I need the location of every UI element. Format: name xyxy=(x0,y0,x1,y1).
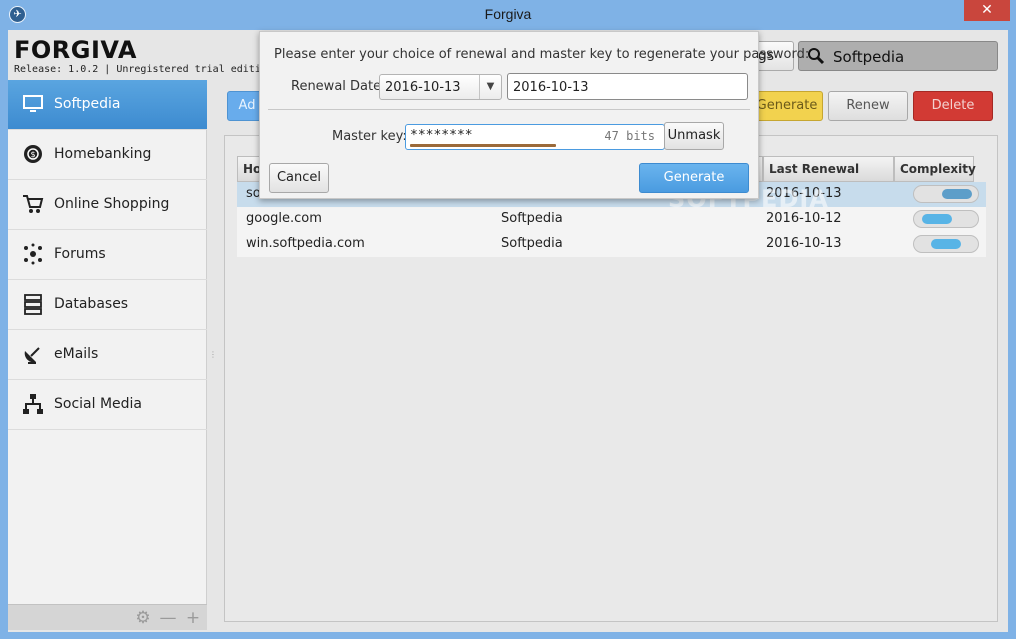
master-key-label: Master key: xyxy=(332,129,407,144)
divider xyxy=(268,109,750,110)
sidebar-item-databases[interactable]: Databases xyxy=(8,280,207,330)
sidebar-item-label: Online Shopping xyxy=(54,196,170,212)
dialog-message: Please enter your choice of renewal and … xyxy=(274,47,810,62)
search-input[interactable]: Softpedia xyxy=(833,48,904,66)
generate-button[interactable]: Generate xyxy=(751,91,823,121)
satellite-icon xyxy=(24,347,40,364)
key-strength-meter xyxy=(410,144,556,147)
sidebar-item-label: eMails xyxy=(54,346,99,362)
sidebar-item-label: Databases xyxy=(54,296,129,312)
sidebar-item-emails[interactable]: eMails xyxy=(8,330,207,380)
bank-icon: $ xyxy=(24,145,42,163)
host-cell: google.com xyxy=(246,211,322,226)
sidebar-item-label: Social Media xyxy=(54,396,143,412)
host-cell: win.softpedia.com xyxy=(246,236,365,251)
complexity-toggle[interactable] xyxy=(913,185,979,203)
master-key-input[interactable]: ******** 47 bits xyxy=(405,124,665,150)
column-header-complexity[interactable]: Complexity xyxy=(894,156,976,182)
app-logo: FORGIVA xyxy=(14,36,137,64)
sidebar-item-forums[interactable]: Forums xyxy=(8,230,207,280)
accounts-table: Ho Last Renewal Complexity so 2016-10-13… xyxy=(224,135,998,622)
table-row[interactable]: google.com Softpedia 2016-10-12 xyxy=(237,207,986,232)
renewal-date-field[interactable]: 2016-10-13 xyxy=(507,73,748,100)
complexity-knob xyxy=(942,189,972,199)
delete-button[interactable]: Delete xyxy=(913,91,993,121)
add-category-button[interactable]: + xyxy=(182,608,204,628)
sidebar-item-label: Forums xyxy=(54,246,106,262)
sidebar-item-label: Softpedia xyxy=(54,96,121,112)
gear-icon[interactable]: ⚙ xyxy=(132,608,154,628)
computer-icon xyxy=(23,95,43,112)
complexity-knob xyxy=(922,214,952,224)
complexity-toggle[interactable] xyxy=(913,235,979,253)
renew-button[interactable]: Renew xyxy=(828,91,908,121)
title-bar: ✈ Forgiva ✕ xyxy=(0,0,1016,30)
window-title: Forgiva xyxy=(484,6,532,22)
renewal-date-combo[interactable]: 2016-10-13 ▼ xyxy=(379,74,502,100)
account-cell: Softpedia xyxy=(501,211,563,226)
cancel-button[interactable]: Cancel xyxy=(269,163,329,193)
column-header-last-renewal[interactable]: Last Renewal xyxy=(763,156,894,182)
release-info: Release: 1.0.2 | Unregistered trial edit… xyxy=(14,64,273,75)
remove-category-button[interactable]: — xyxy=(157,608,179,628)
sidebar-item-homebanking[interactable]: $ Homebanking xyxy=(8,130,207,180)
sidebar: Softpedia $ Homebanking Online Shopping … xyxy=(8,80,207,630)
svg-text:$: $ xyxy=(30,150,35,159)
complexity-toggle[interactable] xyxy=(913,210,979,228)
table-row[interactable]: win.softpedia.com Softpedia 2016-10-13 xyxy=(237,232,986,257)
cart-icon xyxy=(23,195,44,213)
sidebar-item-label: Homebanking xyxy=(54,146,152,162)
dialog-generate-button[interactable]: Generate xyxy=(639,163,749,193)
search-icon xyxy=(808,48,825,65)
last-renewal-cell: 2016-10-12 xyxy=(766,211,842,226)
search-box[interactable]: Softpedia xyxy=(798,41,998,71)
network-icon xyxy=(23,394,43,414)
last-renewal-cell: 2016-10-13 xyxy=(766,236,842,251)
sidebar-item-softpedia[interactable]: Softpedia xyxy=(8,80,207,130)
account-cell: Softpedia xyxy=(501,236,563,251)
splitter-handle[interactable]: ⋮ xyxy=(209,350,217,359)
regenerate-dialog: Please enter your choice of renewal and … xyxy=(259,31,809,199)
logo-area: FORGIVA Release: 1.0.2 | Unregistered tr… xyxy=(8,30,273,80)
sidebar-footer: ⚙ — + xyxy=(8,604,207,630)
sidebar-item-social-media[interactable]: Social Media xyxy=(8,380,207,430)
renewal-date-value: 2016-10-13 xyxy=(513,80,589,95)
renewal-date-selected: 2016-10-13 xyxy=(385,80,461,95)
master-key-value: ******** xyxy=(410,128,473,143)
key-strength-bits: 47 bits xyxy=(604,129,655,143)
sidebar-item-online-shopping[interactable]: Online Shopping xyxy=(8,180,207,230)
complexity-knob xyxy=(931,239,961,249)
unmask-button[interactable]: Unmask xyxy=(664,122,724,150)
chevron-down-icon[interactable]: ▼ xyxy=(479,75,501,99)
forum-icon xyxy=(24,243,42,265)
database-icon xyxy=(24,294,42,315)
close-button[interactable]: ✕ xyxy=(964,0,1010,21)
renewal-date-label: Renewal Date: xyxy=(291,79,386,94)
